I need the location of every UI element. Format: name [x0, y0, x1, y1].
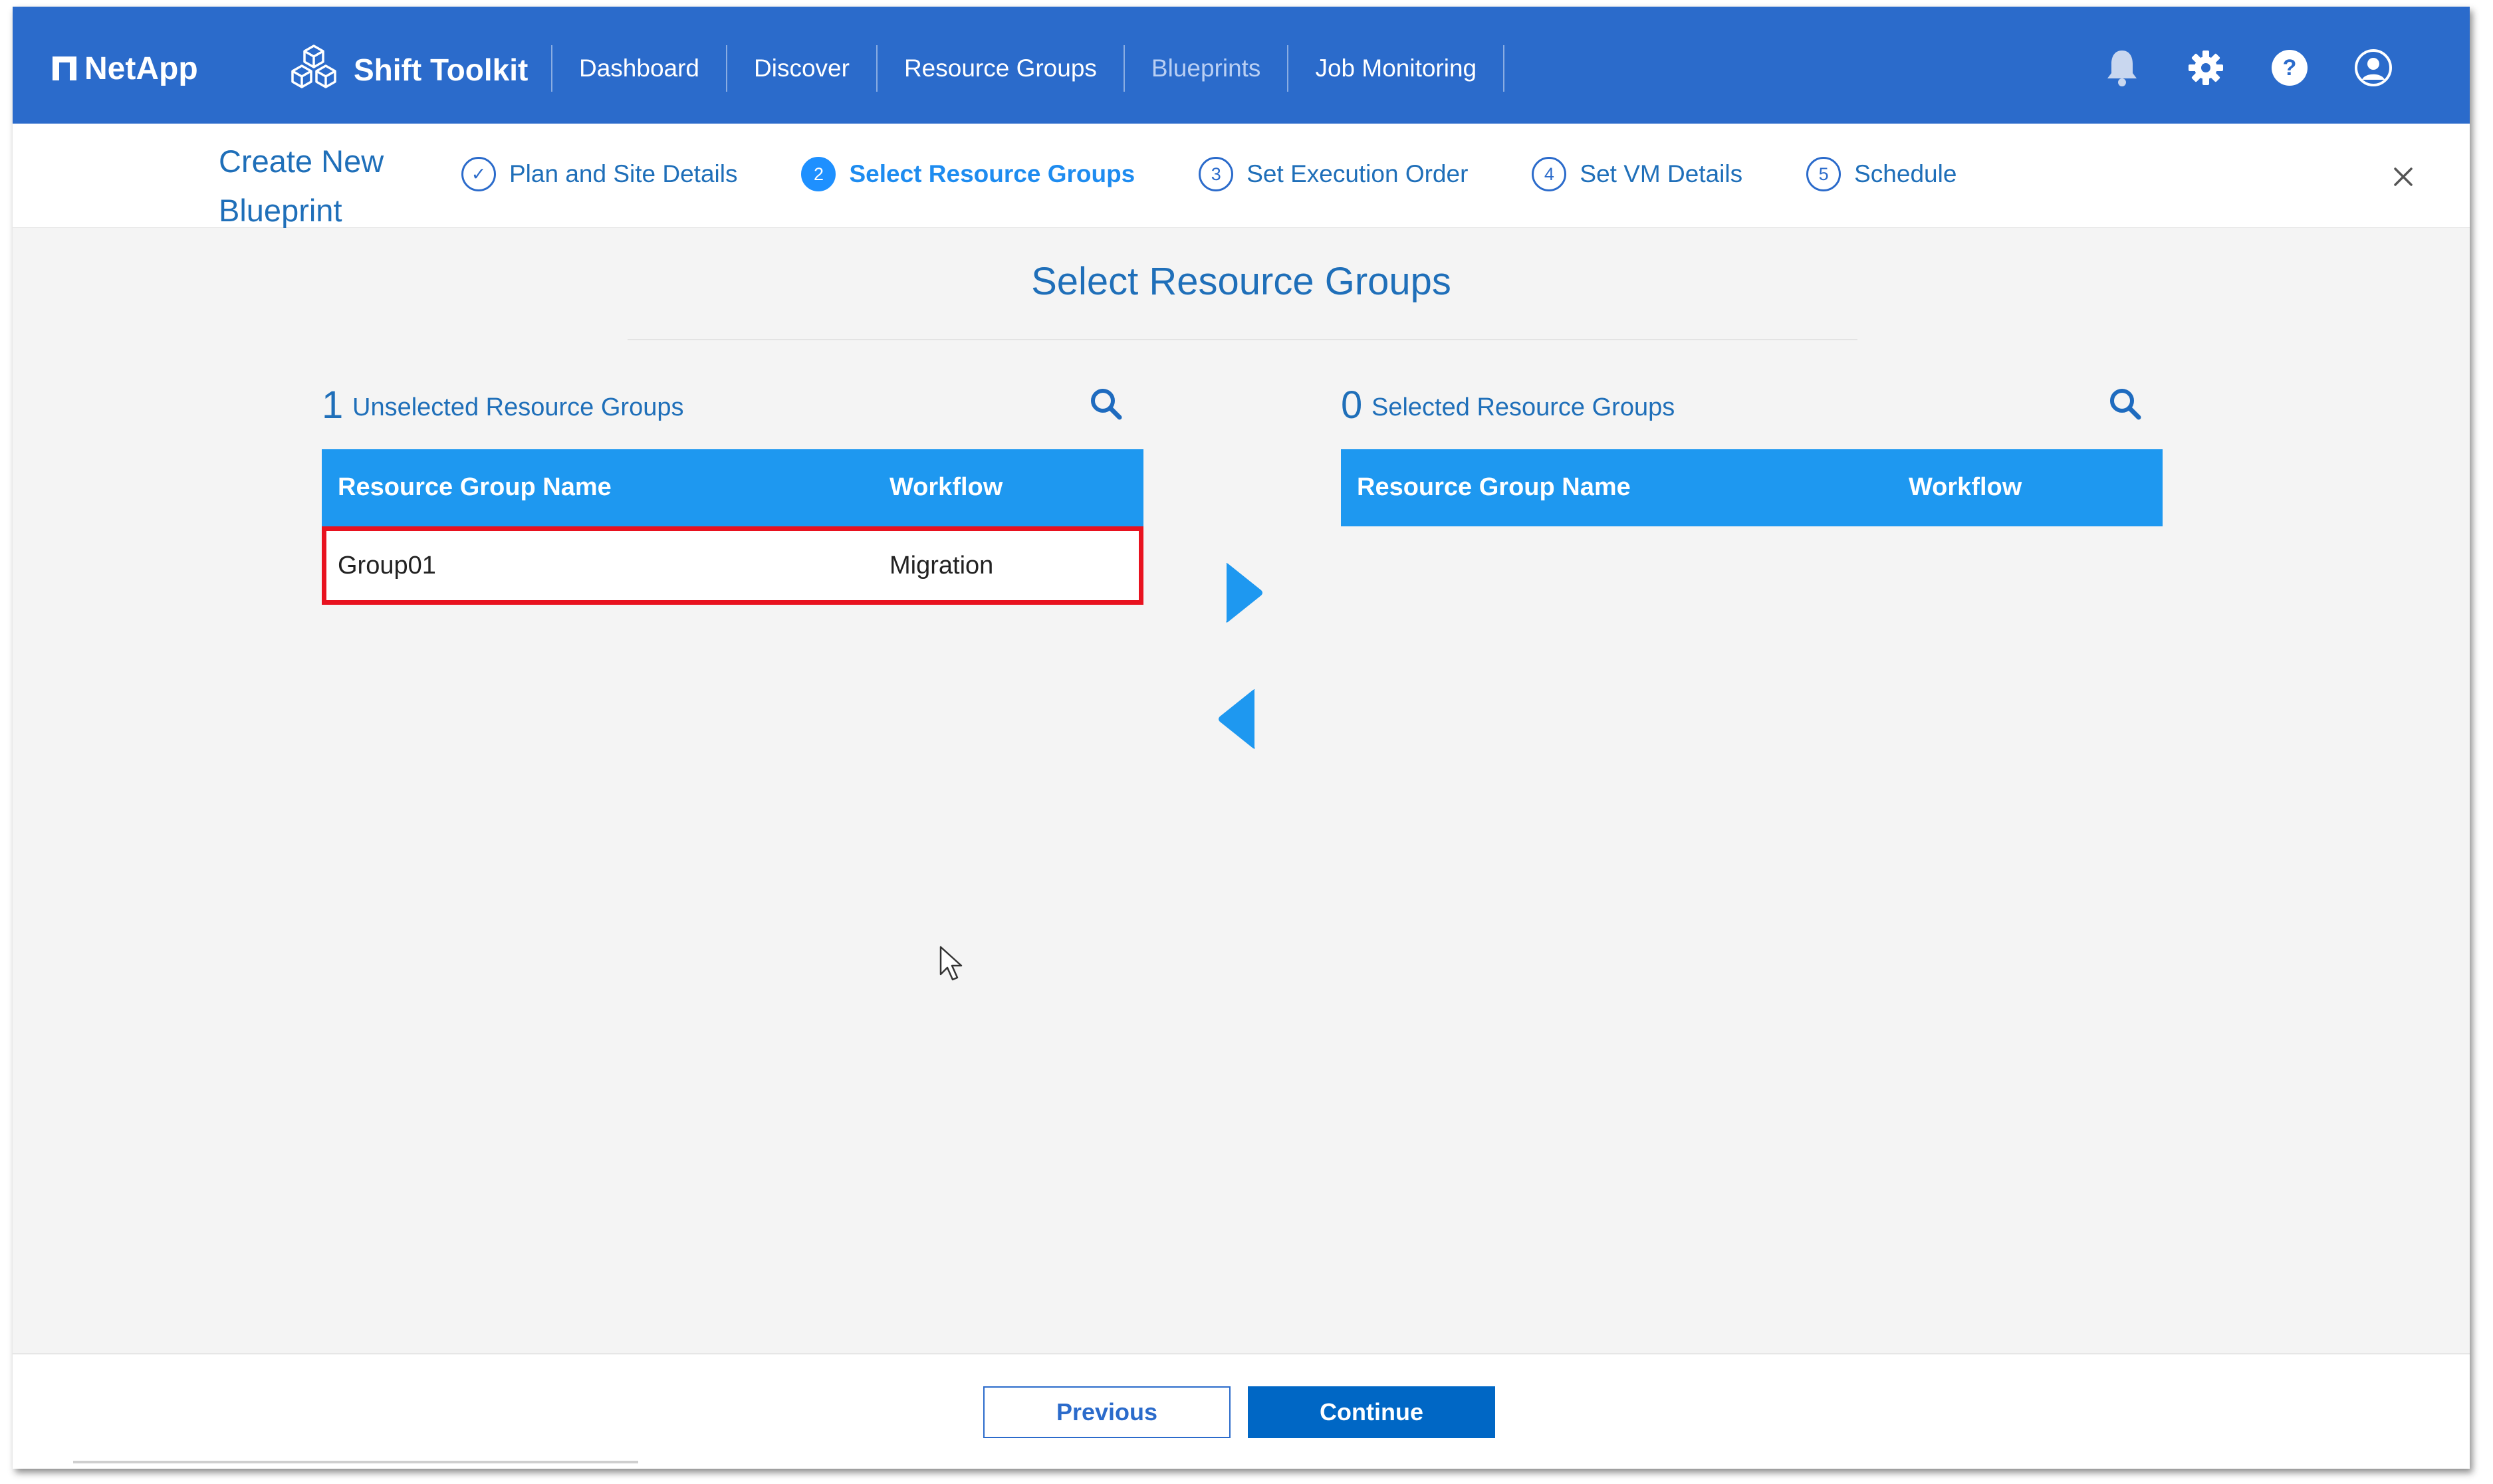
step-select-resource-groups[interactable]: 2 Select Resource Groups — [801, 157, 1135, 191]
netapp-logo[interactable]: NetApp — [53, 51, 198, 86]
step-label: Schedule — [1854, 160, 1957, 187]
wizard-title: Create New Blueprint — [219, 144, 384, 228]
nav-blueprints[interactable]: Blueprints — [1123, 45, 1288, 92]
top-icons: ? — [2102, 48, 2393, 88]
selected-label: Selected Resource Groups — [1371, 393, 1675, 421]
step-plan-and-site-details[interactable]: ✓ Plan and Site Details — [461, 157, 737, 191]
nav-divider — [1503, 45, 1505, 92]
column-header-name[interactable]: Resource Group Name — [338, 473, 612, 502]
column-header-name[interactable]: Resource Group Name — [1357, 473, 1631, 502]
continue-button[interactable]: Continue — [1248, 1386, 1495, 1438]
nav-dashboard[interactable]: Dashboard — [551, 45, 726, 92]
selected-resource-groups-panel: 0 Selected Resource Groups Resource Grou… — [1341, 379, 2163, 526]
resource-group-workflow: Migration — [890, 552, 994, 580]
step-set-execution-order[interactable]: 3 Set Execution Order — [1199, 157, 1468, 191]
user-icon[interactable] — [2353, 48, 2393, 88]
cubes-icon — [291, 45, 336, 88]
mouse-pointer-icon — [939, 946, 963, 981]
step-label: Set VM Details — [1580, 160, 1743, 187]
step-set-vm-details[interactable]: 4 Set VM Details — [1532, 157, 1742, 191]
resource-group-name: Group01 — [338, 552, 436, 580]
unselected-label: Unselected Resource Groups — [352, 393, 684, 421]
horizontal-scrollbar[interactable] — [73, 1461, 638, 1463]
panel-header: 0 Selected Resource Groups — [1341, 379, 2163, 439]
top-navigation-bar: NetApp Shift Toolkit Dashboard Discover … — [13, 7, 2470, 124]
step-number: 2 — [801, 157, 836, 191]
wizard-steps: ✓ Plan and Site Details 2 Select Resourc… — [461, 157, 2020, 191]
app-window: NetApp Shift Toolkit Dashboard Discover … — [13, 7, 2470, 1469]
product-name: Shift Toolkit — [354, 53, 529, 87]
selected-count: 0 — [1341, 383, 1363, 427]
main-nav: Dashboard Discover Resource Groups Bluep… — [551, 45, 1505, 92]
step-number: 4 — [1532, 157, 1567, 191]
nav-resource-groups[interactable]: Resource Groups — [876, 45, 1124, 92]
step-number: 5 — [1806, 157, 1841, 191]
move-left-arrow-icon[interactable] — [1215, 686, 1258, 752]
title-divider — [628, 339, 1857, 340]
close-icon[interactable] — [2390, 163, 2417, 190]
check-icon: ✓ — [461, 157, 496, 191]
table-header: Resource Group Name Workflow — [1341, 449, 2163, 526]
nav-discover[interactable]: Discover — [726, 45, 876, 92]
unselected-resource-groups-panel: 1 Unselected Resource Groups Resource Gr… — [322, 379, 1143, 605]
step-label: Set Execution Order — [1246, 160, 1469, 187]
table-row[interactable]: Group01 Migration — [322, 526, 1143, 605]
panel-header: 1 Unselected Resource Groups — [322, 379, 1143, 439]
step-schedule[interactable]: 5 Schedule — [1806, 157, 1957, 191]
previous-button[interactable]: Previous — [983, 1386, 1231, 1438]
wizard-stepper-bar: Create New Blueprint ✓ Plan and Site Det… — [13, 124, 2470, 228]
step-number: 3 — [1199, 157, 1234, 191]
search-icon[interactable] — [1086, 384, 1126, 424]
wizard-footer: Previous Continue — [13, 1353, 2470, 1469]
svg-text:?: ? — [2283, 55, 2297, 80]
move-right-arrow-icon[interactable] — [1223, 560, 1266, 626]
bell-icon[interactable] — [2102, 48, 2142, 88]
netapp-logo-icon — [53, 56, 76, 80]
gear-icon[interactable] — [2186, 48, 2226, 88]
column-header-workflow[interactable]: Workflow — [1909, 473, 2022, 502]
search-icon[interactable] — [2105, 384, 2145, 424]
product-title[interactable]: Shift Toolkit — [289, 40, 528, 100]
brand-name: NetApp — [84, 51, 198, 86]
step-label: Plan and Site Details — [509, 160, 738, 187]
nav-job-monitoring[interactable]: Job Monitoring — [1287, 45, 1503, 92]
column-header-workflow[interactable]: Workflow — [890, 473, 1003, 502]
step-label: Select Resource Groups — [849, 160, 1135, 187]
page-title: Select Resource Groups — [1031, 260, 1451, 303]
table-header: Resource Group Name Workflow — [322, 449, 1143, 526]
unselected-count: 1 — [322, 383, 344, 427]
help-icon[interactable]: ? — [2270, 48, 2310, 88]
